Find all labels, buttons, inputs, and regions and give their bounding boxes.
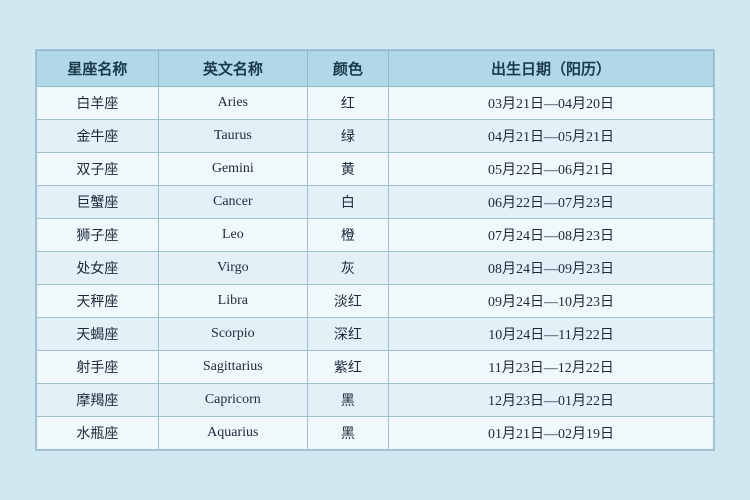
cell-en: Leo [158, 219, 307, 252]
cell-date: 01月21日—02月19日 [389, 417, 714, 450]
cell-color: 灰 [307, 252, 388, 285]
cell-date: 04月21日—05月21日 [389, 120, 714, 153]
table-row: 巨蟹座Cancer白06月22日—07月23日 [37, 186, 714, 219]
cell-date: 03月21日—04月20日 [389, 87, 714, 120]
cell-date: 10月24日—11月22日 [389, 318, 714, 351]
table-row: 白羊座Aries红03月21日—04月20日 [37, 87, 714, 120]
cell-en: Cancer [158, 186, 307, 219]
header-en: 英文名称 [158, 51, 307, 87]
cell-date: 11月23日—12月22日 [389, 351, 714, 384]
cell-cn: 射手座 [37, 351, 159, 384]
table-row: 摩羯座Capricorn黑12月23日—01月22日 [37, 384, 714, 417]
cell-date: 07月24日—08月23日 [389, 219, 714, 252]
cell-color: 淡红 [307, 285, 388, 318]
cell-date: 08月24日—09月23日 [389, 252, 714, 285]
cell-en: Libra [158, 285, 307, 318]
cell-cn: 狮子座 [37, 219, 159, 252]
cell-color: 紫红 [307, 351, 388, 384]
table-row: 双子座Gemini黄05月22日—06月21日 [37, 153, 714, 186]
zodiac-table: 星座名称 英文名称 颜色 出生日期（阳历） 白羊座Aries红03月21日—04… [35, 49, 715, 451]
cell-color: 橙 [307, 219, 388, 252]
cell-cn: 天秤座 [37, 285, 159, 318]
cell-cn: 金牛座 [37, 120, 159, 153]
cell-cn: 白羊座 [37, 87, 159, 120]
table-row: 天蝎座Scorpio深红10月24日—11月22日 [37, 318, 714, 351]
table-row: 处女座Virgo灰08月24日—09月23日 [37, 252, 714, 285]
table-header-row: 星座名称 英文名称 颜色 出生日期（阳历） [37, 51, 714, 87]
cell-color: 黑 [307, 384, 388, 417]
cell-cn: 巨蟹座 [37, 186, 159, 219]
cell-en: Scorpio [158, 318, 307, 351]
cell-cn: 处女座 [37, 252, 159, 285]
cell-cn: 摩羯座 [37, 384, 159, 417]
cell-en: Virgo [158, 252, 307, 285]
cell-date: 12月23日—01月22日 [389, 384, 714, 417]
cell-color: 黄 [307, 153, 388, 186]
header-cn: 星座名称 [37, 51, 159, 87]
cell-en: Sagittarius [158, 351, 307, 384]
header-color: 颜色 [307, 51, 388, 87]
cell-en: Aquarius [158, 417, 307, 450]
cell-color: 白 [307, 186, 388, 219]
cell-color: 黑 [307, 417, 388, 450]
cell-color: 深红 [307, 318, 388, 351]
cell-color: 绿 [307, 120, 388, 153]
cell-date: 06月22日—07月23日 [389, 186, 714, 219]
cell-en: Aries [158, 87, 307, 120]
cell-en: Gemini [158, 153, 307, 186]
header-date: 出生日期（阳历） [389, 51, 714, 87]
cell-en: Capricorn [158, 384, 307, 417]
cell-color: 红 [307, 87, 388, 120]
cell-date: 09月24日—10月23日 [389, 285, 714, 318]
table-row: 水瓶座Aquarius黑01月21日—02月19日 [37, 417, 714, 450]
table-row: 射手座Sagittarius紫红11月23日—12月22日 [37, 351, 714, 384]
table-row: 天秤座Libra淡红09月24日—10月23日 [37, 285, 714, 318]
table-row: 金牛座Taurus绿04月21日—05月21日 [37, 120, 714, 153]
cell-en: Taurus [158, 120, 307, 153]
cell-date: 05月22日—06月21日 [389, 153, 714, 186]
cell-cn: 天蝎座 [37, 318, 159, 351]
table-row: 狮子座Leo橙07月24日—08月23日 [37, 219, 714, 252]
cell-cn: 水瓶座 [37, 417, 159, 450]
cell-cn: 双子座 [37, 153, 159, 186]
